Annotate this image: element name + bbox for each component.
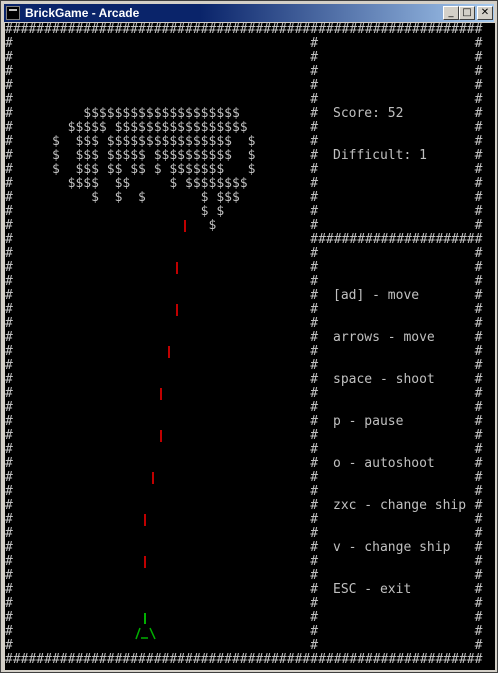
bullet <box>144 556 146 568</box>
minimize-button[interactable]: _ <box>443 6 459 20</box>
control-move-arrows: arrows - move <box>333 330 435 345</box>
control-change-ship-v: v - change ship <box>333 540 451 555</box>
control-change-ship-zxc: zxc - change ship <box>333 498 467 513</box>
bullet <box>144 514 146 526</box>
control-autoshoot: o - autoshoot <box>333 456 435 471</box>
bullet <box>176 262 178 274</box>
title-bar[interactable]: BrickGame - Arcade _ □ ✕ <box>4 4 494 22</box>
player-ship-icon <box>135 613 156 640</box>
control-pause: p - pause <box>333 414 404 429</box>
control-move-ad: [ad] - move <box>333 288 420 303</box>
bullet <box>152 472 154 484</box>
window-title: BrickGame - Arcade <box>25 6 140 20</box>
game-console[interactable]: ########################################… <box>5 23 495 670</box>
console-app-icon[interactable] <box>6 6 20 20</box>
bullet <box>168 346 170 358</box>
close-button[interactable]: ✕ <box>477 6 493 20</box>
invader-formation: $$$$$$$$$$$$$$$$$$$$ $$$$$ $$$$$$$$$$$$$… <box>51 106 256 233</box>
game-window: BrickGame - Arcade _ □ ✕ ###############… <box>0 0 498 673</box>
bullet <box>160 430 162 442</box>
controls-panel: [ad] - move arrows - move space - shoot … <box>333 261 466 625</box>
bullet <box>176 304 178 316</box>
score-text: Score: 52 <box>333 106 404 121</box>
difficulty-text: Difficult: 1 <box>333 148 427 163</box>
score-panel: Score: 52 Difficult: 1 <box>333 79 427 191</box>
control-shoot: space - shoot <box>333 372 435 387</box>
bullet <box>184 220 186 232</box>
control-exit: ESC - exit <box>333 582 412 597</box>
bullet <box>160 388 162 400</box>
maximize-button[interactable]: □ <box>459 6 475 20</box>
